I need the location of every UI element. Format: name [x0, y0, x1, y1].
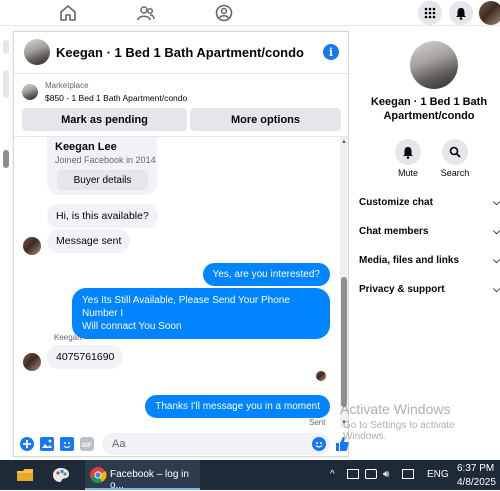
chevron-down-icon: ⌵ [493, 197, 500, 207]
listing-thumbnail[interactable] [24, 39, 50, 65]
mute-button[interactable] [395, 139, 421, 165]
page-scroll-thumb[interactable] [3, 150, 9, 168]
top-navigation-bar [0, 0, 500, 26]
details-title: Keegan · 1 Bed 1 Bath Apartment/condo [370, 96, 488, 122]
windows-taskbar: Facebook – log in o... ^ 🔊︎ ENG 6:37 PM … [0, 460, 500, 491]
bell-icon[interactable] [449, 1, 473, 25]
chevron-down-icon: ⌵ [493, 226, 500, 236]
conversation-details-panel: Keegan · 1 Bed 1 Bath Apartment/condo Mu… [349, 27, 500, 460]
media-files-links-row[interactable]: Media, files and links ⌵ [359, 255, 500, 275]
taskbar-chrome-facebook[interactable]: Facebook – log in o... [85, 460, 200, 491]
clock-time[interactable]: 6:37 PM [457, 463, 494, 474]
message-scrollbar[interactable]: ▲ ▼ [340, 137, 348, 428]
system-message: Message sent [47, 229, 131, 253]
marketplace-icon[interactable] [214, 3, 234, 23]
message-composer: GIF Aa [14, 430, 349, 458]
listing-price-title[interactable]: $850 - 1 Bed 1 Bath Apartment/condo [45, 93, 187, 103]
sender-avatar[interactable] [23, 237, 41, 255]
scroll-up-arrow[interactable]: ▲ [341, 139, 347, 145]
chat-title[interactable]: Keegan · 1 Bed 1 Bath Apartment/condo [56, 45, 304, 60]
sticker-icon[interactable] [60, 437, 74, 451]
privacy-support-row[interactable]: Privacy & support ⌵ [359, 284, 500, 304]
emoji-icon[interactable] [312, 437, 326, 451]
buyer-name: Keegan Lee [55, 141, 117, 153]
outgoing-message: Yes, are you interested? [202, 263, 330, 286]
read-receipt-avatar [316, 371, 326, 381]
home-icon[interactable] [58, 3, 78, 23]
mute-label: Mute [397, 168, 418, 178]
message-line: Yes Its Still Available, Please Send You… [82, 295, 290, 319]
sender-name-label: Keegan [54, 333, 82, 342]
strip-segment [3, 70, 9, 98]
file-explorer-icon[interactable] [16, 466, 34, 484]
sender-avatar[interactable] [23, 353, 41, 371]
plus-icon[interactable] [20, 437, 34, 451]
buyer-joined: Joined Facebook in 2014 [55, 155, 156, 165]
mark-as-pending-button[interactable]: Mark as pending [22, 108, 187, 131]
photo-icon[interactable] [40, 437, 54, 451]
network-icon[interactable] [365, 469, 377, 479]
row-label: Customize chat [359, 197, 433, 208]
search-label: Search [440, 168, 470, 178]
chat-window: Keegan · 1 Bed 1 Bath Apartment/condo i … [13, 31, 349, 457]
row-label: Chat members [359, 226, 429, 237]
message-list[interactable]: Keegan Lee Joined Facebook in 2014 Buyer… [14, 136, 348, 428]
marketplace-label: Marketplace [45, 81, 89, 90]
chevron-up-icon[interactable]: ^ [330, 469, 335, 480]
outgoing-message: Thanks I'll message you in a moment [145, 395, 330, 418]
chevron-down-icon: ⌵ [493, 284, 500, 294]
chat-members-row[interactable]: Chat members ⌵ [359, 226, 500, 246]
gif-icon[interactable]: GIF [80, 437, 94, 451]
chevron-down-icon: ⌵ [493, 255, 500, 265]
message-status: Sent [309, 418, 326, 427]
chat-header: Keegan · 1 Bed 1 Bath Apartment/condo i [14, 32, 348, 74]
more-options-button[interactable]: More options [190, 108, 341, 131]
onedrive-icon[interactable] [347, 469, 359, 479]
listing-small-thumbnail[interactable] [22, 84, 38, 100]
menu-grid-icon[interactable] [418, 1, 442, 25]
taskbar-app-label: Facebook – log in o... [110, 469, 189, 491]
language-indicator[interactable]: ENG [427, 469, 449, 480]
message-scroll-thumb[interactable] [341, 277, 347, 407]
svg-text:GIF: GIF [82, 443, 92, 449]
message-input[interactable]: Aa [102, 433, 330, 455]
volume-icon[interactable]: 🔊︎ [383, 469, 389, 480]
customize-chat-row[interactable]: Customize chat ⌵ [359, 197, 500, 217]
buyer-profile-card: Keegan Lee Joined Facebook in 2014 Buyer… [47, 137, 157, 195]
row-label: Privacy & support [359, 284, 445, 295]
clock-date[interactable]: 4/8/2025 [457, 477, 496, 488]
row-label: Media, files and links [359, 255, 460, 266]
chrome-icon [89, 466, 107, 484]
page-scroll-strip [0, 30, 12, 460]
profile-avatar[interactable] [479, 1, 500, 25]
message-line: Will connact You Soon [82, 321, 182, 332]
groups-icon[interactable] [136, 3, 156, 23]
incoming-message: 4075761690 [47, 345, 124, 369]
outgoing-message: Yes Its Still Available, Please Send You… [72, 288, 330, 339]
info-icon[interactable]: i [323, 44, 339, 60]
paint-app-icon[interactable] [52, 466, 70, 484]
buyer-details-button[interactable]: Buyer details [57, 170, 148, 190]
activation-watermark-subtitle: Go to Settings to activate Windows. [343, 420, 455, 442]
keyboard-icon[interactable] [402, 469, 414, 479]
message-input-placeholder: Aa [112, 438, 126, 450]
strip-segment [3, 40, 9, 54]
search-button[interactable] [442, 139, 468, 165]
incoming-message: Hi, is this available? [47, 204, 158, 228]
listing-photo[interactable] [410, 41, 458, 89]
activation-watermark-title: Activate Windows [340, 401, 451, 417]
